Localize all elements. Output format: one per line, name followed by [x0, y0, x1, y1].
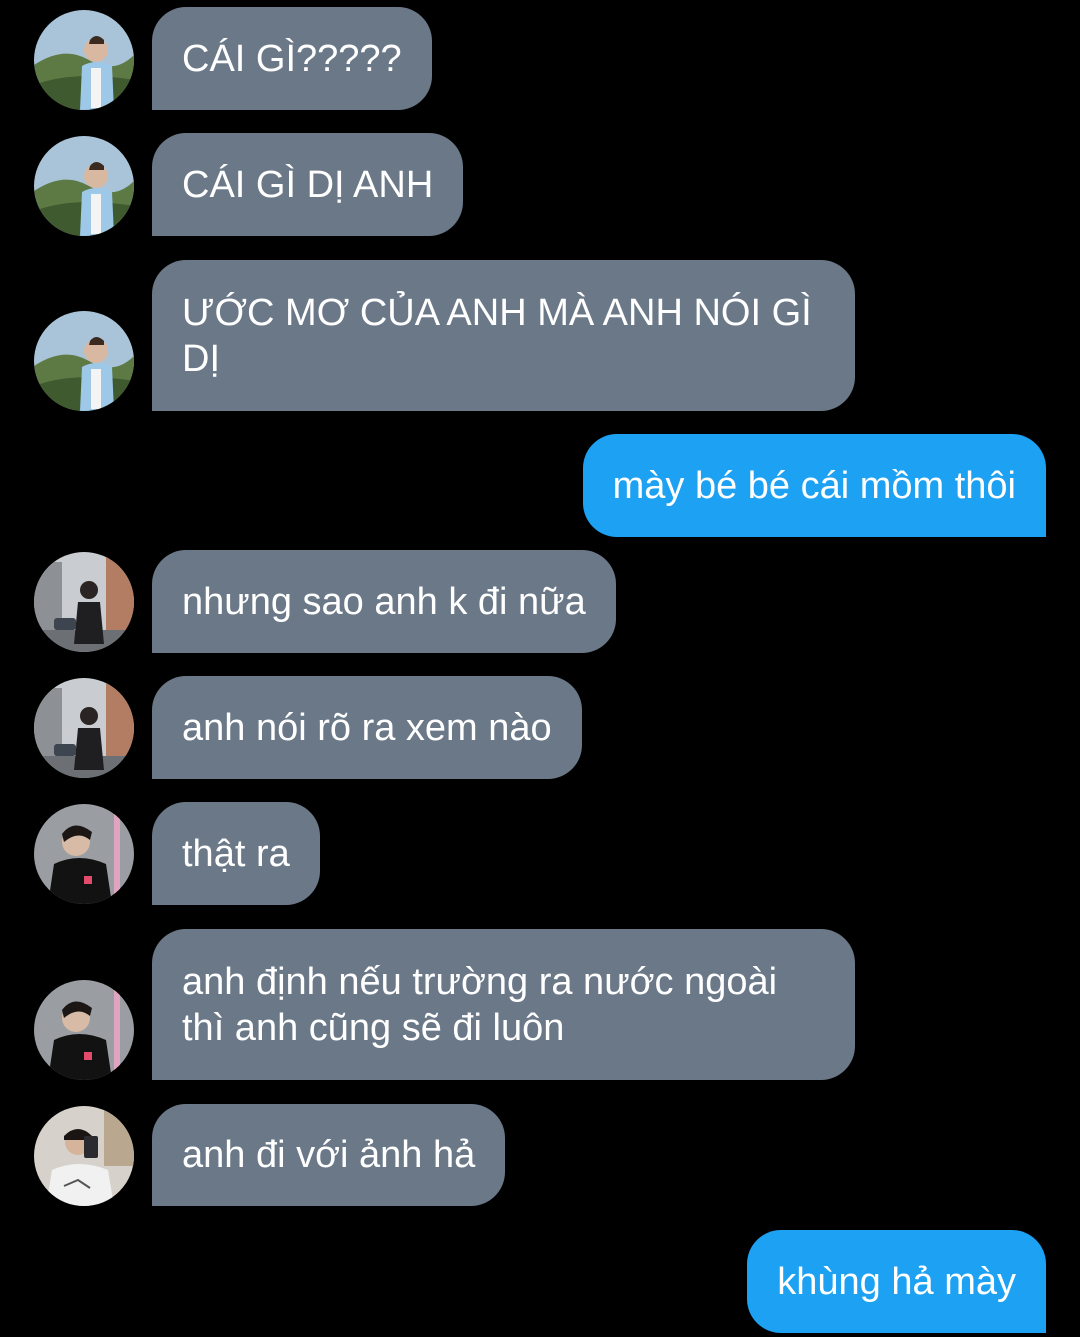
avatar-street-photo-icon: [34, 552, 134, 652]
message-bubble-incoming[interactable]: ƯỚC MƠ CỦA ANH MÀ ANH NÓI GÌ DỊ: [152, 260, 855, 411]
message-text: ƯỚC MƠ CỦA ANH MÀ ANH NÓI GÌ DỊ: [182, 291, 823, 380]
avatar-black-shirt-photo-icon: [34, 980, 134, 1080]
message-bubble-incoming[interactable]: nhưng sao anh k đi nữa: [152, 550, 616, 653]
sender-avatar[interactable]: [34, 10, 134, 110]
sender-avatar[interactable]: [34, 311, 134, 411]
message-bubble-incoming[interactable]: anh nói rõ ra xem nào: [152, 676, 582, 779]
avatar-mirror-selfie-photo-icon: [34, 1106, 134, 1206]
avatar-street-photo-icon: [34, 678, 134, 778]
chat-thread: CÁI GÌ????? CÁI GÌ DỊ ANH ƯỚC MƠ CỦA ANH…: [0, 0, 1080, 1337]
sender-avatar[interactable]: [34, 136, 134, 236]
message-bubble-incoming[interactable]: thật ra: [152, 802, 320, 905]
message-text: CÁI GÌ?????: [182, 37, 402, 80]
avatar-outdoor-photo-icon: [34, 136, 134, 236]
sender-avatar[interactable]: [34, 804, 134, 904]
message-text: nhưng sao anh k đi nữa: [182, 580, 586, 623]
message-text: thật ra: [182, 832, 290, 875]
avatar-outdoor-photo-icon: [34, 311, 134, 411]
message-bubble-outgoing[interactable]: khùng hả mày: [747, 1230, 1046, 1333]
message-bubble-incoming[interactable]: anh đi với ảnh hả: [152, 1104, 506, 1206]
avatar-outdoor-photo-icon: [34, 10, 134, 110]
message-text: anh nói rõ ra xem nào: [182, 706, 552, 749]
avatar-black-shirt-photo-icon: [34, 804, 134, 904]
sender-avatar[interactable]: [34, 1106, 134, 1206]
message-text: mày bé bé cái mồm thôi: [612, 464, 1016, 507]
message-text: CÁI GÌ DỊ ANH: [182, 163, 434, 206]
message-bubble-outgoing[interactable]: mày bé bé cái mồm thôi: [582, 434, 1046, 537]
sender-avatar[interactable]: [34, 678, 134, 778]
sender-avatar[interactable]: [34, 980, 134, 1080]
message-bubble-incoming[interactable]: CÁI GÌ?????: [152, 7, 432, 110]
message-text: khùng hả mày: [777, 1260, 1016, 1303]
message-bubble-incoming[interactable]: anh định nếu trường ra nước ngoài thì an…: [152, 929, 855, 1080]
message-bubble-incoming[interactable]: CÁI GÌ DỊ ANH: [152, 133, 464, 236]
sender-avatar[interactable]: [34, 552, 134, 652]
message-text: anh đi với ảnh hả: [182, 1134, 476, 1176]
message-text: anh định nếu trường ra nước ngoài thì an…: [182, 960, 788, 1049]
